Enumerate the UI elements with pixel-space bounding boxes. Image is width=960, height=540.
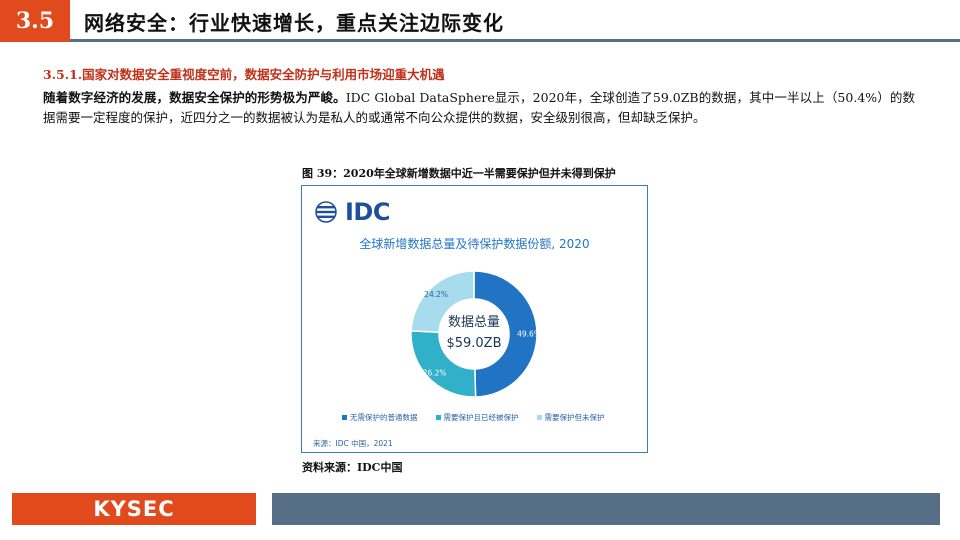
legend-item: 需要保护但未保护 — [536, 412, 605, 423]
header: 3.5 网络安全：行业快速增长，重点关注边际变化 — [0, 0, 960, 42]
section-number: 3.5 — [0, 0, 70, 42]
slice-label: 26.2% — [423, 368, 447, 377]
legend-swatch — [342, 415, 347, 420]
figure-box: IDC 全球新增数据总量及待保护数据份额, 2020 49.6% 26.2% 24.… — [301, 185, 648, 453]
center-value: $59.0ZB — [446, 336, 501, 351]
source-note: 资料来源：IDC中国 — [302, 461, 403, 474]
legend-swatch — [435, 415, 441, 420]
legend-item: 无需保护的普通数据 — [342, 412, 418, 423]
chart-title: 全球新增数据总量及待保护数据份额, 2020 — [359, 237, 590, 251]
legend-item: 需要保护且已经被保护 — [435, 412, 519, 423]
legend-label: 需要保护但未保护 — [544, 413, 605, 422]
footer-bar — [272, 493, 940, 525]
header-divider — [70, 39, 960, 42]
legend-label: 无需保护的普通数据 — [350, 413, 418, 422]
idc-globe-icon — [315, 201, 337, 223]
body-lead: 随着数字经济的发展，数据安全保护的形势极为严峻。 — [43, 90, 346, 105]
footer-logo: KYSEC — [12, 493, 256, 525]
body-paragraph: 随着数字经济的发展，数据安全保护的形势极为严峻。IDC Global DataS… — [43, 88, 915, 128]
legend-swatch — [536, 415, 542, 420]
chart-source: 来源：IDC 中国，2021 — [313, 439, 393, 448]
center-label: 数据总量 — [448, 315, 500, 330]
chart-legend: 无需保护的普通数据 需要保护且已经被保护 需要保护但未保护 — [342, 412, 642, 423]
figure-caption: 图 39：2020年全球新增数据中近一半需要保护但并未得到保护 — [302, 167, 616, 180]
slice-label: 24.2% — [424, 290, 448, 299]
section-title: 网络安全：行业快速增长，重点关注边际变化 — [84, 10, 504, 35]
idc-logo-text: IDC — [345, 198, 390, 226]
footer-logo-text: KYSEC — [93, 497, 175, 521]
idc-logo: IDC — [315, 198, 390, 226]
legend-label: 需要保护且已经被保护 — [443, 413, 519, 422]
subsection-title: 3.5.1.国家对数据安全重视度空前，数据安全防护与利用市场迎重大机遇 — [43, 67, 445, 82]
slice-label: 49.6% — [517, 329, 541, 338]
donut-chart: 49.6% 26.2% 24.2% 数据总量 $59.0ZB — [410, 270, 541, 398]
